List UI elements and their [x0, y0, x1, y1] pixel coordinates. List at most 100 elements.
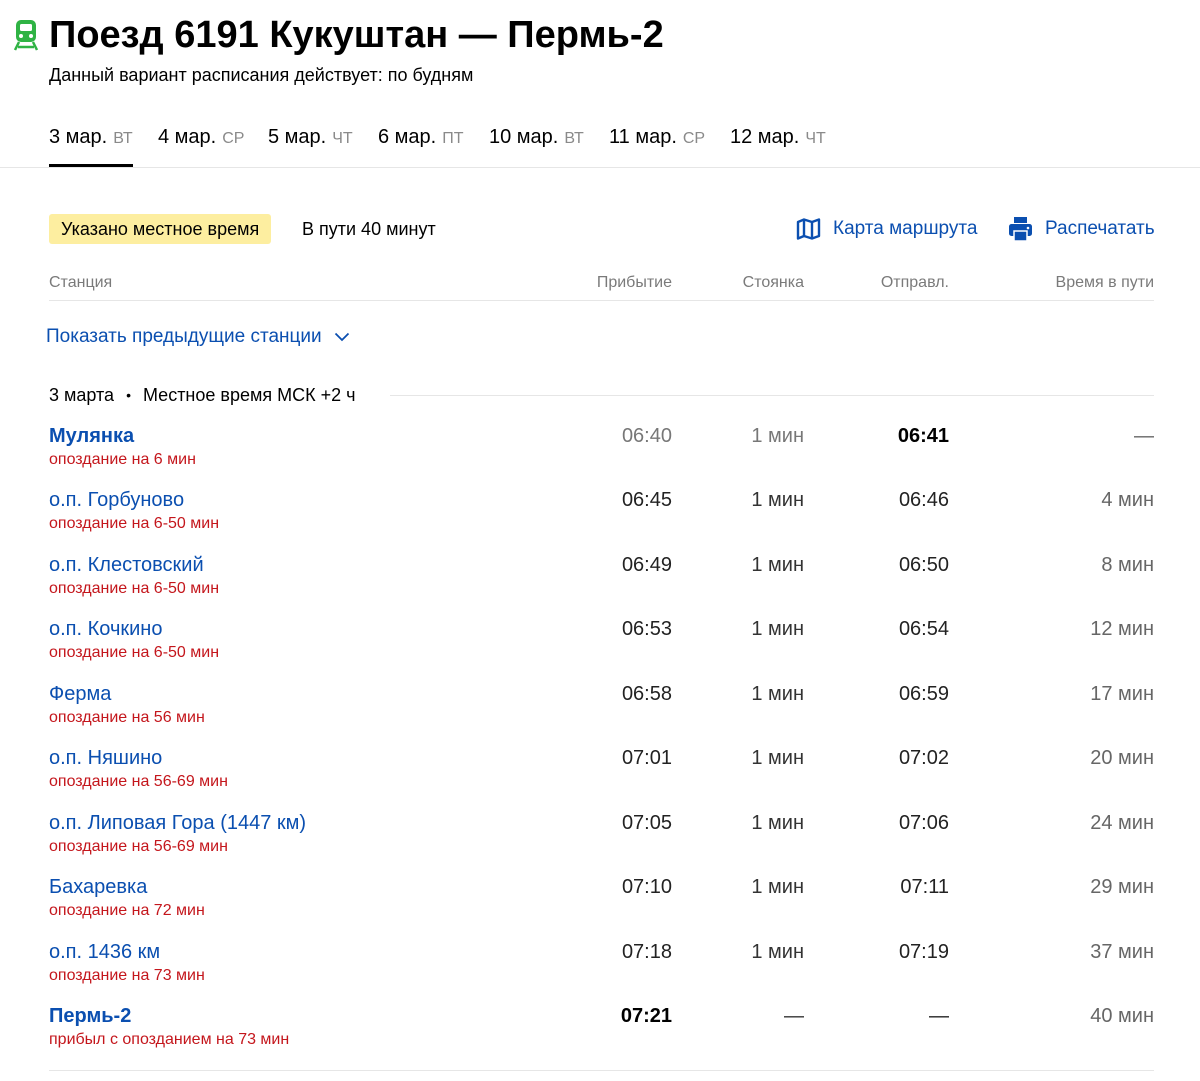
- tab-date-label: 11 мар.: [609, 126, 677, 148]
- tab-date-label: 3 мар.: [49, 126, 108, 148]
- arrival-time: 07:18: [621, 941, 672, 963]
- tab-date-3[interactable]: 6 мар. пт: [378, 126, 464, 166]
- departure-time: —: [929, 1005, 949, 1027]
- travel-time: 17 мин: [1090, 683, 1154, 705]
- arrival-time: 06:40: [621, 425, 672, 447]
- arrival-time: 07:05: [621, 812, 672, 834]
- departure-time: 06:41: [897, 425, 949, 447]
- print-link[interactable]: Распечатать: [1008, 214, 1155, 244]
- column-departure: Отправл.: [880, 274, 949, 291]
- departure-time: 06:54: [898, 618, 949, 640]
- travel-time: —: [1134, 425, 1154, 447]
- table-row: Мулянка опоздание на 6 мин 06:40 1 мин 0…: [0, 424, 1200, 488]
- tab-date-4[interactable]: 10 мар. вт: [489, 126, 584, 166]
- departure-time: 07:11: [900, 876, 949, 898]
- print-label: Распечатать: [1045, 218, 1155, 239]
- train-icon: [13, 20, 39, 51]
- trip-duration: В пути 40 минут: [302, 219, 436, 239]
- station-name[interactable]: о.п. Горбуново: [49, 488, 184, 512]
- station-name[interactable]: о.п. Клестовский: [49, 553, 204, 577]
- tab-weekday-label: ср: [222, 130, 245, 147]
- travel-time: 12 мин: [1090, 618, 1154, 640]
- station-name[interactable]: о.п. Няшино: [49, 746, 162, 770]
- tab-weekday-label: ср: [682, 130, 706, 147]
- header-divider: [49, 300, 1154, 301]
- stop-duration: 1 мин: [751, 876, 804, 898]
- stop-duration: 1 мин: [751, 489, 804, 511]
- page-title: Поезд 6191 Кукуштан — Пермь-2: [49, 14, 664, 56]
- stop-duration: 1 мин: [751, 683, 804, 705]
- date-line-timezone: Местное время МСК +2 ч: [142, 385, 356, 405]
- date-tabs: 3 мар. вт 4 мар. ср 5 мар. чт 6 мар. пт 10 м…: [0, 120, 1200, 168]
- chevron-down-icon: [334, 332, 349, 342]
- station-name[interactable]: Ферма: [49, 682, 111, 706]
- stop-duration: —: [784, 1005, 804, 1027]
- departure-time: 07:06: [898, 812, 949, 834]
- tab-date-label: 6 мар.: [378, 126, 437, 148]
- column-travel-time: Время в пути: [1055, 274, 1154, 291]
- printer-icon: [1009, 217, 1032, 242]
- delay-note: опоздание на 72 мин: [49, 902, 205, 919]
- delay-note: опоздание на 56 мин: [49, 709, 205, 726]
- stop-duration: 1 мин: [751, 554, 804, 576]
- tab-weekday-label: вт: [113, 130, 133, 147]
- stop-duration: 1 мин: [751, 747, 804, 769]
- travel-time: 24 мин: [1090, 812, 1154, 834]
- tab-date-label: 10 мар.: [489, 126, 559, 148]
- arrival-time: 06:53: [621, 618, 672, 640]
- station-name[interactable]: о.п. Липовая Гора (1447 км): [49, 811, 306, 835]
- route-map-link[interactable]: Карта маршрута: [796, 214, 977, 244]
- station-name[interactable]: Бахаревка: [49, 875, 147, 899]
- delay-note: опоздание на 56-69 мин: [49, 773, 228, 790]
- tab-date-label: 4 мар.: [158, 126, 217, 148]
- map-icon: [796, 218, 821, 240]
- table-bottom-divider: [49, 1070, 1154, 1071]
- station-name[interactable]: Мулянка: [49, 424, 134, 448]
- tab-date-6[interactable]: 12 мар. чт: [730, 126, 826, 166]
- column-arrival: Прибытие: [596, 274, 672, 291]
- show-previous-label: Показать предыдущие станции: [46, 326, 322, 347]
- schedule-validity: Данный вариант расписания действует: по …: [49, 65, 474, 85]
- tab-weekday-label: чт: [332, 130, 353, 147]
- tab-date-label: 5 мар.: [268, 126, 327, 148]
- table-row: о.п. Кочкино опоздание на 6-50 мин 06:53…: [0, 617, 1200, 681]
- departure-time: 06:46: [898, 489, 949, 511]
- travel-time: 37 мин: [1090, 941, 1154, 963]
- station-name[interactable]: о.п. 1436 км: [49, 940, 160, 964]
- table-row: Ферма опоздание на 56 мин 06:58 1 мин 06…: [0, 682, 1200, 746]
- tab-date-1[interactable]: 4 мар. ср: [158, 126, 244, 166]
- table-row: о.п. Липовая Гора (1447 км) опоздание на…: [0, 811, 1200, 875]
- travel-time: 40 мин: [1090, 1005, 1154, 1027]
- date-line: 3 марта • Местное время МСК +2 ч: [49, 384, 356, 406]
- date-line-date: 3 марта: [49, 385, 115, 405]
- travel-time: 29 мин: [1090, 876, 1154, 898]
- tab-date-2[interactable]: 5 мар. чт: [268, 126, 353, 166]
- departure-time: 07:02: [898, 747, 949, 769]
- travel-time: 8 мин: [1101, 554, 1154, 576]
- delay-note: опоздание на 6-50 мин: [49, 515, 220, 532]
- column-stop: Стоянка: [742, 274, 804, 291]
- delay-note: опоздание на 73 мин: [49, 967, 205, 984]
- arrival-time: 06:49: [621, 554, 672, 576]
- route-map-label: Карта маршрута: [833, 218, 978, 239]
- station-name[interactable]: о.п. Кочкино: [49, 617, 162, 641]
- arrival-time: 07:01: [621, 747, 672, 769]
- separator-dot: •: [126, 387, 131, 403]
- table-row: Бахаревка опоздание на 72 мин 07:10 1 ми…: [0, 875, 1200, 939]
- tab-date-5[interactable]: 11 мар. ср: [609, 126, 705, 166]
- delay-note: опоздание на 6-50 мин: [49, 580, 220, 597]
- stop-duration: 1 мин: [751, 425, 804, 447]
- travel-time: 4 мин: [1101, 489, 1154, 511]
- stop-duration: 1 мин: [751, 941, 804, 963]
- table-row: о.п. 1436 км опоздание на 73 мин 07:18 1…: [0, 940, 1200, 1004]
- tab-weekday-label: пт: [442, 130, 464, 147]
- arrival-time: 06:58: [621, 683, 672, 705]
- arrival-time: 07:10: [621, 876, 672, 898]
- tab-date-0[interactable]: 3 мар. вт: [49, 126, 133, 167]
- station-name[interactable]: Пермь-2: [49, 1004, 131, 1028]
- show-previous-stations-link[interactable]: Показать предыдущие станции: [46, 326, 350, 348]
- delay-note: прибыл с опозданием на 73 мин: [49, 1031, 290, 1048]
- departure-time: 06:59: [898, 683, 949, 705]
- tab-date-label: 12 мар.: [730, 126, 800, 148]
- delay-note: опоздание на 6-50 мин: [49, 644, 220, 661]
